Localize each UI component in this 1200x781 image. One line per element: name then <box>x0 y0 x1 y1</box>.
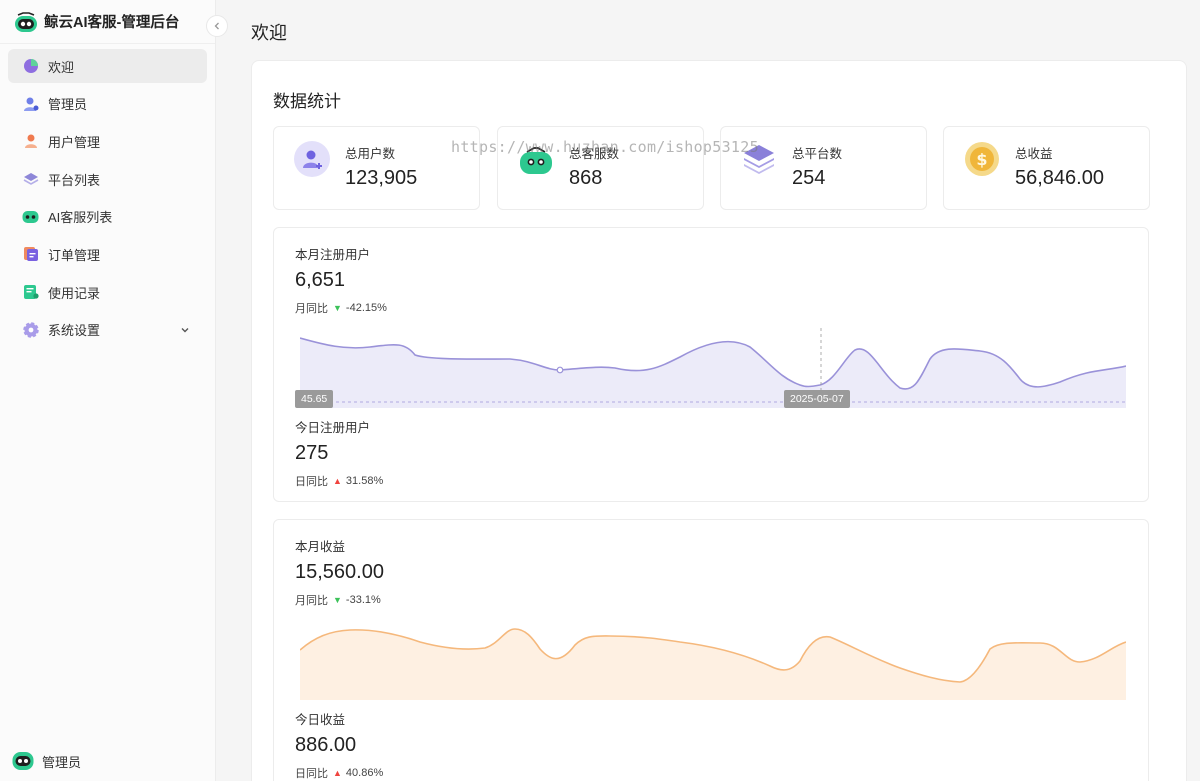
sidebar-item-orders[interactable]: 订单管理 <box>8 237 207 271</box>
sidebar-item-label: 管理员 <box>48 97 88 113</box>
month-users-label: 本月注册用户 <box>295 248 371 262</box>
coin-icon: $ <box>965 142 999 176</box>
admin-user-icon <box>22 95 39 112</box>
today-users-label: 今日注册用户 <box>295 421 371 435</box>
compare-value: -42.15% <box>345 302 387 314</box>
sidebar: 鲸云AI客服-管理后台 欢迎 管理员 用户管理 平台列表 AI客服列表 订单管理… <box>0 0 216 781</box>
gear-icon <box>22 321 39 338</box>
today-revenue-label: 今日收益 <box>295 713 346 727</box>
watermark: https://www.huzhan.com/ishop53125 <box>451 138 759 156</box>
section-title: 数据统计 <box>273 92 341 111</box>
sidebar-item-label: 订单管理 <box>48 247 101 263</box>
stat-card-revenue: $ 总收益 56,846.00 <box>943 126 1150 210</box>
stat-value: 254 <box>792 167 826 189</box>
stat-label: 总用户数 <box>345 147 396 161</box>
trend-down-icon: ▼ <box>333 595 342 605</box>
layers-icon <box>22 171 39 188</box>
app-title: 鲸云AI客服-管理后台 <box>44 15 180 31</box>
dashboard-card: 数据统计 总用户数 123,905 总客服数 868 总平台数 254 $ 总收… <box>251 60 1187 781</box>
current-user-name: 管理员 <box>42 754 82 770</box>
current-user[interactable]: 管理员 <box>12 751 81 771</box>
page-title: 欢迎 <box>251 23 287 43</box>
today-users-compare: 日同比 ▲ 31.58% <box>295 473 383 489</box>
revenue-area-chart[interactable] <box>300 615 1126 700</box>
revenue-chart-panel: 本月收益 15,560.00 月同比 ▼ -33.1% 今日收益 886.00 … <box>273 519 1149 781</box>
sidebar-item-admin[interactable]: 管理员 <box>8 87 207 121</box>
sidebar-item-platforms[interactable]: 平台列表 <box>8 162 207 196</box>
month-revenue-value: 15,560.00 <box>295 561 384 583</box>
stat-card-users: 总用户数 123,905 <box>273 126 480 210</box>
users-chart-panel: 本月注册用户 6,651 月同比 ▼ -42.15% 45.65 2025-05… <box>273 227 1149 502</box>
robot-icon <box>22 208 39 225</box>
compare-value: 31.58% <box>345 475 384 487</box>
sidebar-item-label: 欢迎 <box>48 59 75 75</box>
compare-label: 月同比 <box>295 303 328 315</box>
data-point[interactable] <box>556 366 564 374</box>
today-revenue-value: 886.00 <box>295 734 357 756</box>
users-area-chart[interactable] <box>300 323 1126 408</box>
trend-up-icon: ▲ <box>333 768 342 778</box>
user-manage-icon <box>22 133 39 150</box>
chevron-left-icon <box>214 22 219 30</box>
compare-label: 月同比 <box>295 595 328 607</box>
stat-value: 868 <box>569 167 603 189</box>
record-icon <box>22 284 39 301</box>
trend-up-icon: ▲ <box>333 476 342 486</box>
sidebar-item-label: AI客服列表 <box>48 210 113 226</box>
avatar <box>12 752 34 770</box>
stat-value: 123,905 <box>345 167 418 189</box>
stat-value: 56,846.00 <box>1015 167 1104 189</box>
sidebar-item-welcome[interactable]: 欢迎 <box>8 49 207 83</box>
sidebar-item-label: 使用记录 <box>48 285 101 301</box>
month-users-value: 6,651 <box>295 269 346 291</box>
sidebar-item-label: 平台列表 <box>48 172 101 188</box>
robot-logo-icon <box>15 11 37 32</box>
compare-label: 日同比 <box>295 768 328 780</box>
chevron-down-icon[interactable] <box>179 324 191 336</box>
crosshair-value-label: 45.65 <box>295 390 334 408</box>
sidebar-item-settings[interactable]: 系统设置 <box>8 313 207 347</box>
crosshair-date-label: 2025-05-07 <box>784 390 850 408</box>
month-users-compare: 月同比 ▼ -42.15% <box>295 300 387 316</box>
pie-chart-icon <box>22 58 39 75</box>
sidebar-item-label: 系统设置 <box>48 323 101 339</box>
stat-label: 总平台数 <box>792 147 843 161</box>
month-revenue-compare: 月同比 ▼ -33.1% <box>295 592 381 608</box>
stat-label: 总收益 <box>1015 147 1053 161</box>
sidebar-item-records[interactable]: 使用记录 <box>8 275 207 309</box>
brand: 鲸云AI客服-管理后台 <box>0 0 215 44</box>
compare-value: -33.1% <box>345 594 381 606</box>
today-users-value: 275 <box>295 442 329 464</box>
sidebar-item-label: 用户管理 <box>48 134 101 150</box>
compare-label: 日同比 <box>295 476 328 488</box>
compare-value: 40.86% <box>345 767 384 779</box>
trend-down-icon: ▼ <box>333 303 342 313</box>
sidebar-item-users[interactable]: 用户管理 <box>8 124 207 158</box>
add-user-icon <box>294 141 330 177</box>
svg-text:$: $ <box>976 150 987 169</box>
today-revenue-compare: 日同比 ▲ 40.86% <box>295 765 383 781</box>
month-revenue-label: 本月收益 <box>295 540 346 554</box>
revenue-area-fill <box>300 629 1126 700</box>
order-icon <box>22 246 39 263</box>
users-area-fill <box>300 338 1126 408</box>
sidebar-item-ai-agents[interactable]: AI客服列表 <box>8 200 207 234</box>
sidebar-collapse-button[interactable] <box>206 15 228 37</box>
sidebar-nav: 欢迎 管理员 用户管理 平台列表 AI客服列表 订单管理 使用记录 系统设置 <box>0 44 215 356</box>
